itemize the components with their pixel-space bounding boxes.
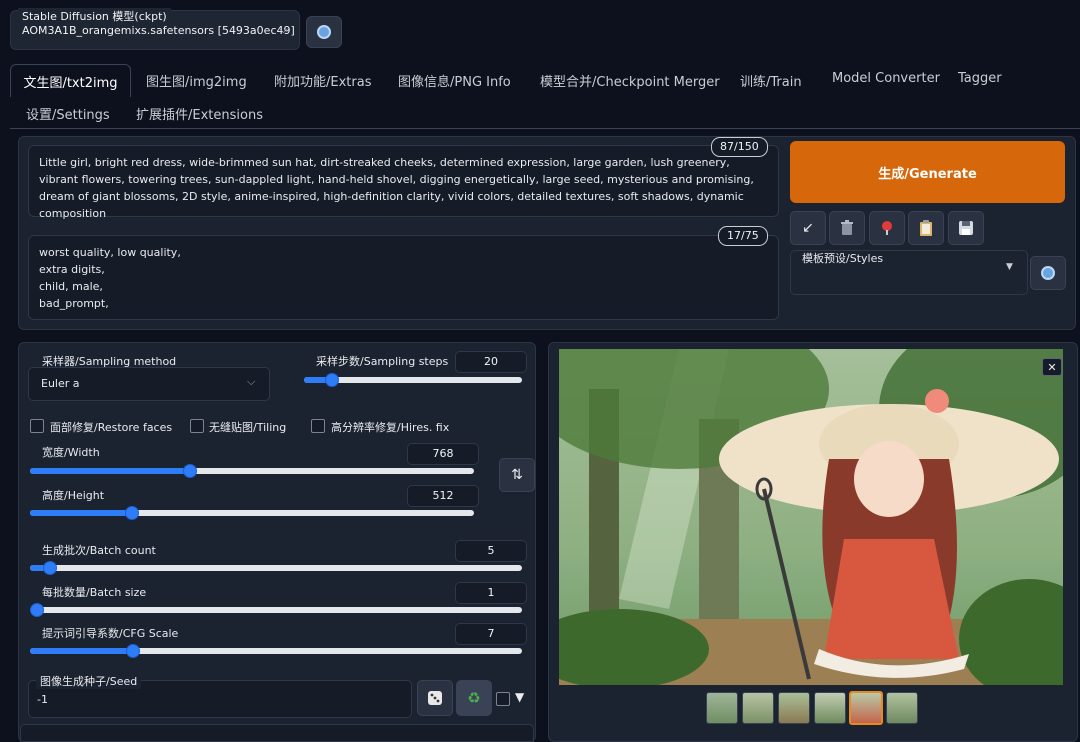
seed-label: 图像生成种子/Seed bbox=[36, 673, 142, 689]
arrow-down-left-icon: ↙ bbox=[802, 220, 814, 236]
gallery-thumbnail[interactable] bbox=[706, 692, 738, 724]
thumbnail-image bbox=[815, 693, 845, 723]
batch-size-label: 每批数量/Batch size bbox=[42, 586, 147, 599]
generated-image-artwork bbox=[559, 349, 1063, 685]
save-style-button[interactable] bbox=[948, 211, 984, 245]
clear-prompt-button[interactable] bbox=[829, 211, 865, 245]
swap-arrows-icon: ⇅ bbox=[511, 467, 523, 483]
tab-divider bbox=[10, 128, 1080, 129]
model-label: Stable Diffusion 模型(ckpt) bbox=[18, 8, 171, 24]
slider-fill bbox=[30, 510, 133, 516]
batch-size-slider[interactable] bbox=[30, 603, 522, 617]
tab-extras[interactable]: 附加功能/Extras bbox=[274, 71, 371, 90]
tiling-label: 无缝贴图/Tiling bbox=[209, 421, 287, 434]
generate-button[interactable]: 生成/Generate bbox=[790, 141, 1065, 203]
batch-size-input[interactable]: 1 bbox=[455, 582, 527, 604]
slider-thumb[interactable] bbox=[30, 603, 44, 617]
styles-label: 模板预设/Styles bbox=[802, 252, 884, 265]
tab-checkpoint-merger[interactable]: 模型合并/Checkpoint Merger bbox=[540, 71, 720, 90]
sampling-steps-label: 采样步数/Sampling steps bbox=[316, 355, 449, 368]
slider-fill bbox=[30, 468, 190, 474]
cfg-scale-input[interactable]: 7 bbox=[455, 623, 527, 645]
negative-prompt-textarea[interactable]: worst quality, low quality, extra digits… bbox=[28, 235, 779, 320]
extra-seed-checkbox[interactable] bbox=[496, 692, 510, 706]
gallery-thumbnail[interactable] bbox=[814, 692, 846, 724]
swap-dimensions-button[interactable]: ⇅ bbox=[499, 458, 535, 492]
slider-fill bbox=[30, 648, 134, 654]
slider-thumb[interactable] bbox=[42, 561, 57, 575]
batch-count-slider[interactable] bbox=[30, 561, 522, 575]
generated-image[interactable] bbox=[559, 349, 1063, 685]
refresh-icon bbox=[317, 25, 331, 39]
tab-png-info[interactable]: 图像信息/PNG Info bbox=[398, 71, 511, 90]
gallery-thumbnail-selected[interactable] bbox=[849, 691, 883, 725]
styles-refresh-button[interactable] bbox=[1030, 256, 1066, 290]
sampling-method-value: Euler a bbox=[41, 377, 80, 390]
cfg-scale-label: 提示词引导系数/CFG Scale bbox=[42, 627, 179, 640]
batch-count-label: 生成批次/Batch count bbox=[42, 544, 156, 557]
red-dot-icon bbox=[882, 221, 892, 235]
thumbnail-image bbox=[743, 693, 773, 723]
extra-seed-toggle-icon[interactable]: ▼ bbox=[515, 690, 524, 704]
read-params-button[interactable]: ↙ bbox=[790, 211, 826, 245]
tab-settings[interactable]: 设置/Settings bbox=[26, 104, 110, 123]
random-seed-button[interactable] bbox=[417, 680, 453, 716]
hires-fix-checkbox[interactable] bbox=[311, 419, 325, 433]
restore-faces-checkbox[interactable] bbox=[30, 419, 44, 433]
thumbnail-image bbox=[707, 693, 737, 723]
restore-faces-label: 面部修复/Restore faces bbox=[50, 421, 173, 434]
chevron-down-icon: ⌵ bbox=[247, 375, 256, 388]
thumbnail-image bbox=[779, 693, 809, 723]
slider-thumb[interactable] bbox=[125, 506, 140, 520]
model-refresh-button[interactable] bbox=[306, 16, 342, 48]
height-label: 高度/Height bbox=[42, 489, 105, 502]
cfg-scale-slider[interactable] bbox=[30, 644, 522, 658]
recycle-icon: ♻ bbox=[467, 689, 481, 707]
refresh-icon bbox=[1041, 266, 1055, 280]
clipboard-icon bbox=[920, 220, 932, 236]
width-slider[interactable] bbox=[30, 464, 474, 478]
sampling-steps-input[interactable]: 20 bbox=[455, 351, 527, 373]
apply-style-button[interactable] bbox=[908, 211, 944, 245]
chevron-down-icon: ⌵ bbox=[278, 22, 288, 36]
thumbnail-image bbox=[851, 693, 881, 723]
height-slider[interactable] bbox=[30, 506, 474, 520]
close-image-button[interactable]: ✕ bbox=[1042, 358, 1062, 376]
height-input[interactable]: 512 bbox=[407, 485, 479, 507]
chevron-down-icon: ▼ bbox=[1006, 262, 1013, 272]
tab-model-converter[interactable]: Model Converter bbox=[832, 71, 940, 86]
tab-train[interactable]: 训练/Train bbox=[740, 71, 802, 90]
show-extra-networks-button[interactable] bbox=[869, 211, 905, 245]
hires-fix-label: 高分辨率修复/Hires. fix bbox=[331, 421, 450, 434]
prompt-textarea[interactable]: Little girl, bright red dress, wide-brim… bbox=[28, 145, 779, 220]
prompt-token-counter: 87/150 bbox=[711, 137, 768, 157]
trash-icon bbox=[841, 220, 853, 235]
sampling-steps-slider[interactable] bbox=[304, 373, 522, 387]
gallery-thumbnail[interactable] bbox=[778, 692, 810, 724]
tiling-checkbox[interactable] bbox=[190, 419, 204, 433]
gallery-thumbnail[interactable] bbox=[742, 692, 774, 724]
thumbnail-image bbox=[887, 693, 917, 723]
tab-img2img[interactable]: 图生图/img2img bbox=[146, 71, 247, 90]
gallery-thumbnail[interactable] bbox=[886, 692, 918, 724]
dice-icon bbox=[428, 691, 442, 705]
tab-txt2img[interactable]: 文生图/txt2img bbox=[10, 64, 131, 97]
slider-thumb[interactable] bbox=[182, 464, 197, 478]
model-dropdown-value: AOM3A1B_orangemixs.safetensors [5493a0ec… bbox=[22, 24, 295, 37]
width-label: 宽度/Width bbox=[42, 446, 100, 459]
tab-tagger[interactable]: Tagger bbox=[958, 71, 1002, 86]
tab-extensions[interactable]: 扩展插件/Extensions bbox=[136, 104, 263, 123]
width-input[interactable]: 768 bbox=[407, 443, 479, 465]
script-section bbox=[20, 724, 534, 742]
save-icon bbox=[959, 221, 973, 235]
negative-token-counter: 17/75 bbox=[718, 226, 768, 246]
reuse-seed-button[interactable]: ♻ bbox=[456, 680, 492, 716]
seed-value: -1 bbox=[37, 693, 48, 706]
batch-count-input[interactable]: 5 bbox=[455, 540, 527, 562]
sampling-method-dropdown[interactable]: Euler a ⌵ bbox=[28, 367, 270, 401]
